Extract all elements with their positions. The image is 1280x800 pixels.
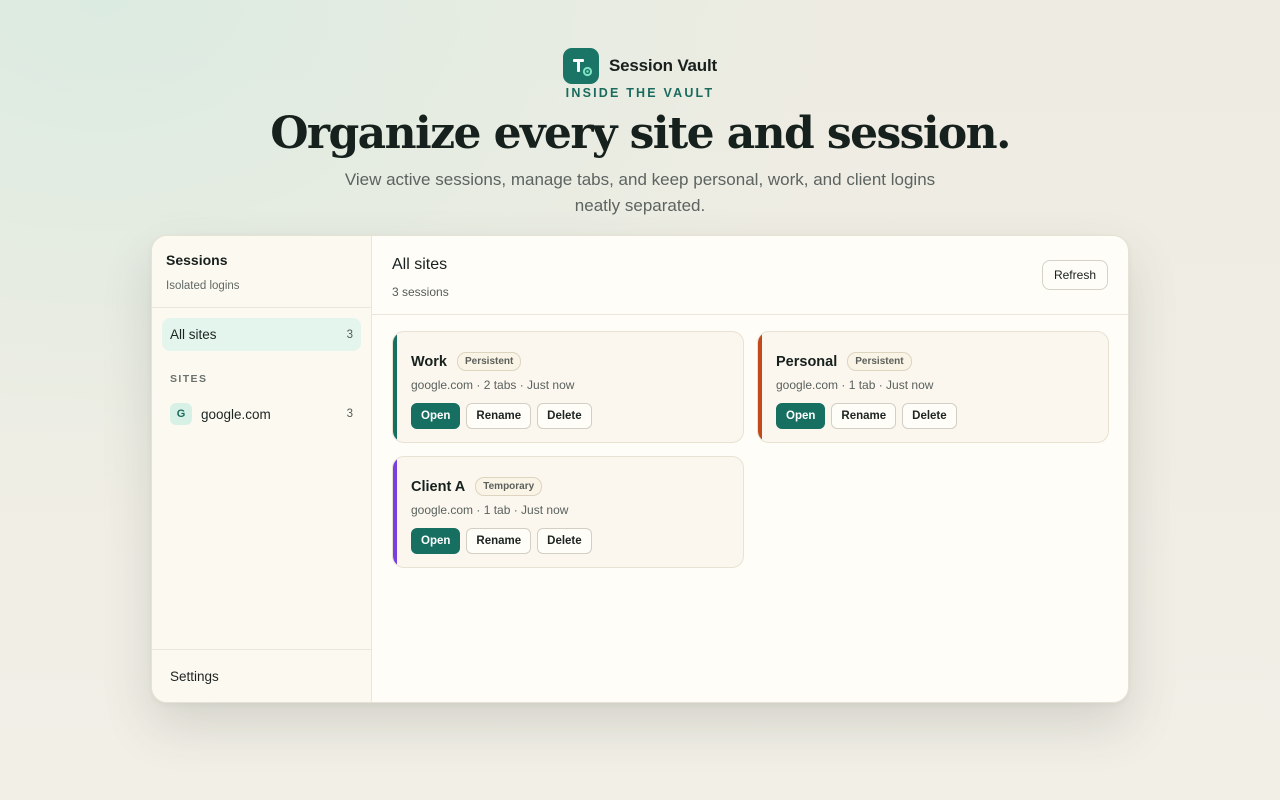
main-header: All sites 3 sessions Refresh (372, 236, 1128, 315)
session-meta: google.com · 1 tab · Just now (411, 503, 569, 517)
session-color-stripe (393, 457, 397, 567)
session-count: 3 sessions (392, 285, 449, 299)
session-card-personal: Personal Persistent google.com · 1 tab ·… (757, 331, 1109, 443)
settings-link[interactable]: Settings (152, 649, 371, 702)
site-avatar: G (170, 403, 192, 425)
open-button[interactable]: Open (411, 528, 461, 554)
sidebar-site-label-group: G google.com (170, 403, 271, 425)
rename-button[interactable]: Rename (466, 528, 532, 554)
refresh-button[interactable]: Refresh (1041, 260, 1108, 290)
sidebar-site-count: 3 (346, 408, 353, 420)
sidebar-item-label: All sites (170, 327, 217, 342)
session-color-stripe (393, 332, 397, 442)
sidebar-subtitle: Isolated logins (166, 280, 240, 292)
sidebar-site-label: google.com (201, 406, 271, 422)
app-window: Sessions Isolated logins All sites 3 SIT… (151, 235, 1129, 703)
delete-button[interactable]: Delete (537, 528, 592, 554)
sidebar-title: Sessions (166, 252, 228, 268)
session-name: Personal (776, 353, 838, 370)
rename-button[interactable]: Rename (831, 403, 897, 429)
delete-button[interactable]: Delete (537, 403, 592, 429)
session-meta: google.com · 1 tab · Just now (776, 378, 934, 392)
sidebar-header: Sessions Isolated logins (152, 236, 371, 308)
session-cards: Work Persistent google.com · 2 tabs · Ju… (392, 331, 1110, 568)
delete-button[interactable]: Delete (902, 403, 957, 429)
vault-logo-icon (563, 48, 600, 84)
session-name: Client A (411, 478, 466, 495)
hero-title: Organize every site and session. (270, 108, 1011, 159)
page-title: All sites (392, 256, 448, 273)
hero-eyebrow: INSIDE THE VAULT (565, 86, 715, 100)
session-type-badge: Temporary (475, 477, 543, 496)
brand-name: Session Vault (609, 56, 717, 75)
session-type-badge: Persistent (847, 352, 912, 371)
sidebar-item-site[interactable]: G google.com 3 (162, 401, 361, 427)
brand-header: Session Vault (0, 48, 1280, 84)
session-name: Work (411, 353, 447, 370)
session-card-work: Work Persistent google.com · 2 tabs · Ju… (392, 331, 744, 443)
hero-subtitle: View active sessions, manage tabs, and k… (344, 170, 936, 215)
session-meta: google.com · 2 tabs · Just now (411, 378, 575, 392)
session-type-badge: Persistent (457, 352, 522, 371)
sidebar-item-count: 3 (346, 328, 353, 341)
sidebar-item-all-sites[interactable]: All sites 3 (162, 318, 361, 351)
sidebar: Sessions Isolated logins All sites 3 SIT… (152, 236, 372, 702)
rename-button[interactable]: Rename (466, 403, 532, 429)
session-card-client-a: Client A Temporary google.com · 1 tab · … (392, 456, 744, 568)
sidebar-section-label: SITES (170, 373, 208, 385)
open-button[interactable]: Open (411, 403, 461, 429)
open-button[interactable]: Open (776, 403, 826, 429)
main-panel: All sites 3 sessions Refresh Work Persis… (372, 236, 1128, 702)
session-color-stripe (758, 332, 762, 442)
